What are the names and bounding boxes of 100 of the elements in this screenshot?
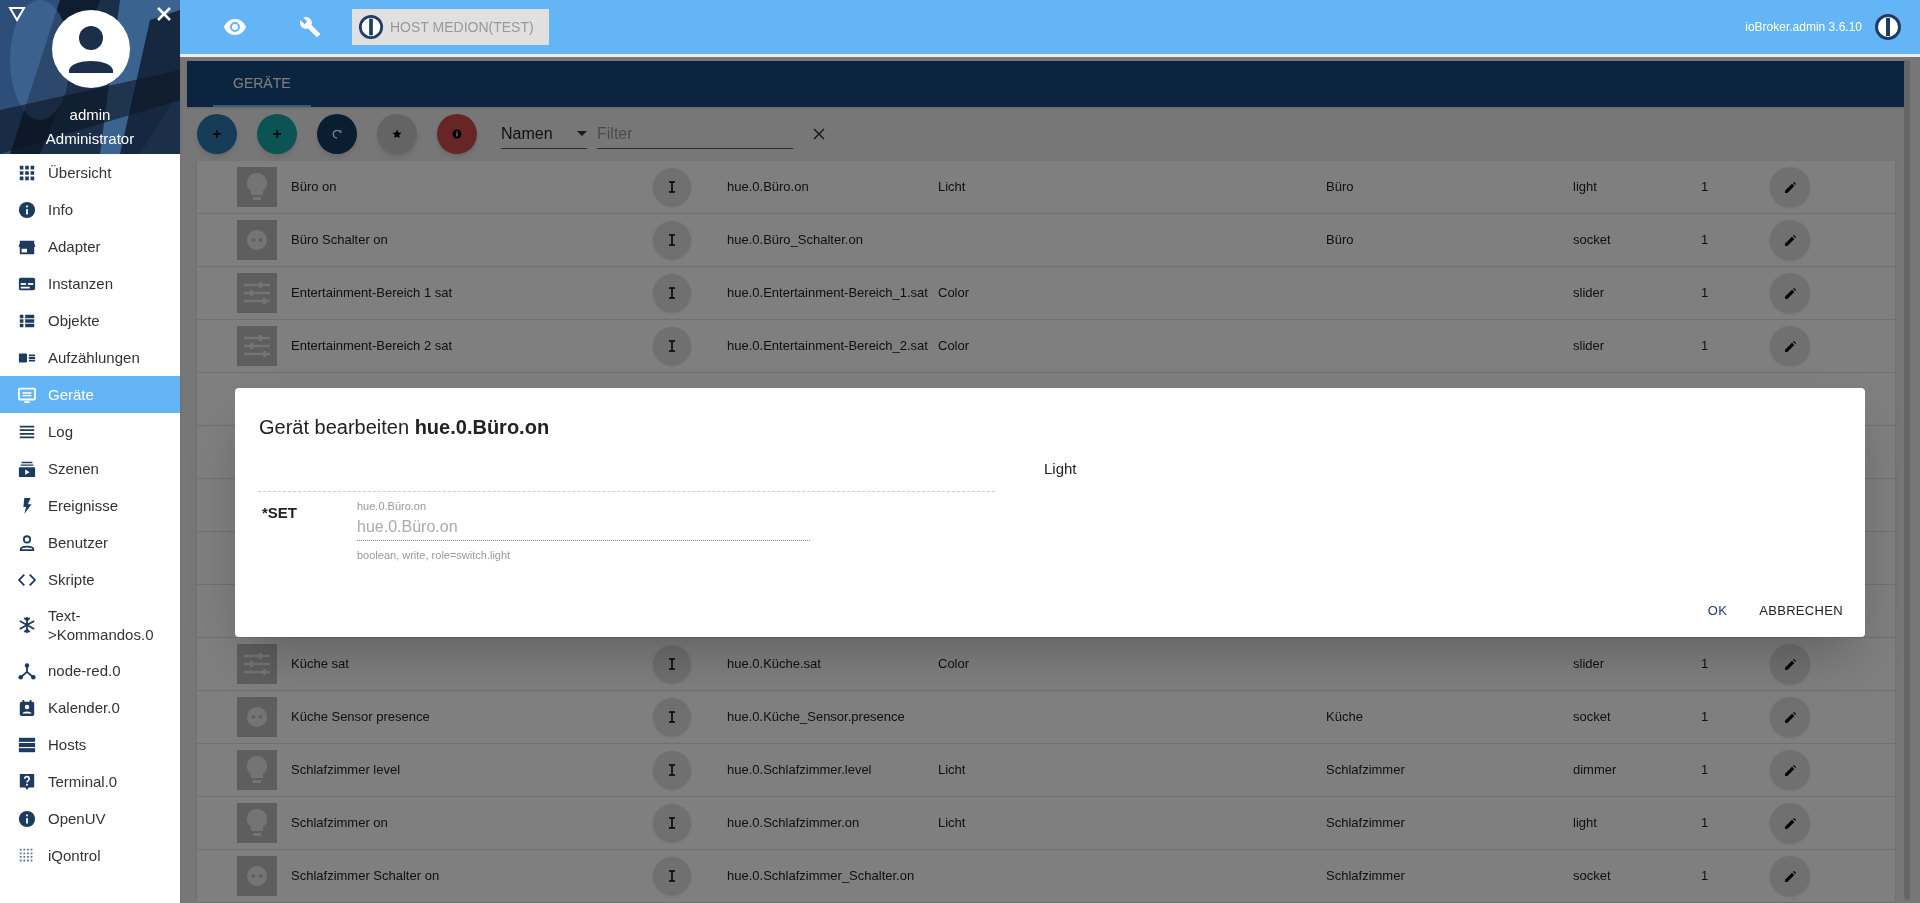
logo-icon <box>1874 13 1902 41</box>
name-cell-text: Entertainment-Bereich 2 sat <box>291 337 454 356</box>
info-icon <box>18 200 36 219</box>
tab[interactable]: GERÄTE <box>213 61 311 107</box>
refresh-button[interactable] <box>317 114 357 154</box>
plus-button[interactable] <box>197 114 237 154</box>
sidebar-item[interactable]: Benutzer <box>0 524 180 561</box>
room-cell-text: Schlafzimmer <box>1326 814 1406 833</box>
type-button[interactable] <box>653 751 691 789</box>
field-helper-text: boolean, write, role=switch.light <box>357 547 512 563</box>
function-cell-text: Color <box>938 284 971 303</box>
info-button[interactable] <box>437 114 477 154</box>
sidebar-item[interactable]: Ereignisse <box>0 487 180 524</box>
name-cell-text: Büro on <box>291 178 338 197</box>
sidebar-item[interactable]: Aufzählungen <box>0 339 180 376</box>
clear-icon[interactable] <box>813 128 825 140</box>
menu-triangle-icon[interactable] <box>8 6 26 22</box>
type-button[interactable] <box>653 645 691 683</box>
ok-button[interactable]: OK <box>1695 593 1740 629</box>
function-cell-text: Licht <box>938 814 967 833</box>
room-cell-text: Büro <box>1326 178 1355 197</box>
text-cursor-icon <box>668 181 676 193</box>
plus-icon <box>212 129 222 139</box>
room-cell-text: Küche <box>1326 708 1364 727</box>
type-cell-text: socket <box>1573 867 1612 886</box>
id-cell-text: hue.0.Büro.on <box>727 178 810 197</box>
type-cell-text: light <box>1573 178 1598 197</box>
sidebar-item[interactable]: iQontrol <box>0 837 180 874</box>
star-icon <box>392 129 402 139</box>
sidebar-item[interactable]: Instanzen <box>0 265 180 302</box>
id-cell-text: hue.0.Entertainment-Bereich_1.sat <box>727 284 929 303</box>
socket-icon <box>237 220 277 260</box>
info-icon <box>452 129 462 139</box>
type-button[interactable] <box>653 327 691 365</box>
function-cell-text: Licht <box>938 178 967 197</box>
count-cell-text: 1 <box>1701 708 1710 727</box>
pencil-icon <box>1784 181 1796 193</box>
id-cell-text: hue.0.Schlafzimmer_Schalter.on <box>727 867 916 886</box>
sidebar-item[interactable]: Objekte <box>0 302 180 339</box>
user-role: Administrator <box>45 129 135 149</box>
edit-button[interactable] <box>1770 167 1810 207</box>
count-cell-text: 1 <box>1701 761 1710 780</box>
name-cell-text: Schlafzimmer Schalter on <box>291 867 441 886</box>
name-cell-text: Schlafzimmer level <box>291 761 402 780</box>
type-button[interactable] <box>653 221 691 259</box>
sidebar-item[interactable]: Terminal.0 <box>0 763 180 800</box>
id-cell-text: hue.0.Schlafzimmer.level <box>727 761 873 780</box>
edit-button[interactable] <box>1770 803 1810 843</box>
type-cell-text: dimmer <box>1573 761 1618 780</box>
cancel-button[interactable]: ABBRECHEN <box>1747 593 1855 629</box>
sidebar-item[interactable]: Hosts <box>0 726 180 763</box>
sidebar-item[interactable]: Skripte <box>0 561 180 598</box>
sliders-icon <box>237 644 277 684</box>
count-cell-text: 1 <box>1701 655 1710 674</box>
monitor-icon <box>18 385 36 404</box>
function-cell-text: Color <box>938 337 971 356</box>
scrollbar[interactable] <box>1904 60 1910 900</box>
sidebar-item[interactable]: Text->Kommandos.0 <box>0 598 180 652</box>
edit-button[interactable] <box>1770 856 1810 896</box>
bulb-icon <box>237 803 277 843</box>
sidebar-item[interactable]: Kalender.0 <box>0 689 180 726</box>
edit-button[interactable] <box>1770 326 1810 366</box>
close-icon[interactable] <box>156 6 172 22</box>
sidebar-item[interactable]: Info <box>0 191 180 228</box>
sidebar-item[interactable]: OpenUV <box>0 800 180 837</box>
id-cell-text: hue.0.Küche_Sensor.presence <box>727 708 906 727</box>
text-cursor-icon <box>668 234 676 246</box>
pencil-icon <box>1784 870 1796 882</box>
bulb-icon <box>237 167 277 207</box>
field-label: *SET <box>262 503 298 523</box>
pencil-icon <box>1784 340 1796 352</box>
type-cell-text: slider <box>1573 655 1606 674</box>
sidebar-item[interactable]: Adapter <box>0 228 180 265</box>
sliders-icon <box>237 273 277 313</box>
type-cell-text: slider <box>1573 337 1606 356</box>
sidebar-item[interactable]: node-red.0 <box>0 652 180 689</box>
version-label: ioBroker.admin 3.6.10 <box>1745 19 1862 36</box>
sidebar-item[interactable]: Übersicht <box>0 154 180 191</box>
edit-button[interactable] <box>1770 273 1810 313</box>
sidebar-item[interactable]: Log <box>0 413 180 450</box>
sidebar-item[interactable]: Szenen <box>0 450 180 487</box>
dialog-title: Gerät bearbeiten hue.0.Büro.on <box>258 415 551 440</box>
edit-button[interactable] <box>1770 220 1810 260</box>
edit-button[interactable] <box>1770 697 1810 737</box>
type-button[interactable] <box>653 804 691 842</box>
type-button[interactable] <box>653 168 691 206</box>
star-button[interactable] <box>377 114 417 154</box>
type-button[interactable] <box>653 857 691 895</box>
type-button[interactable] <box>653 274 691 312</box>
text-cursor-icon <box>668 711 676 723</box>
edit-button[interactable] <box>1770 644 1810 684</box>
name-cell-text: Büro Schalter on <box>291 231 389 250</box>
edit-button[interactable] <box>1770 750 1810 790</box>
sort-select[interactable]: Namen <box>501 119 587 149</box>
refresh-icon <box>332 129 342 139</box>
count-cell-text: 1 <box>1701 867 1710 886</box>
function-cell-text: Color <box>938 655 971 674</box>
id-cell-text: hue.0.Schlafzimmer.on <box>727 814 861 833</box>
wrench-icon <box>299 16 321 38</box>
type-button[interactable] <box>653 698 691 736</box>
